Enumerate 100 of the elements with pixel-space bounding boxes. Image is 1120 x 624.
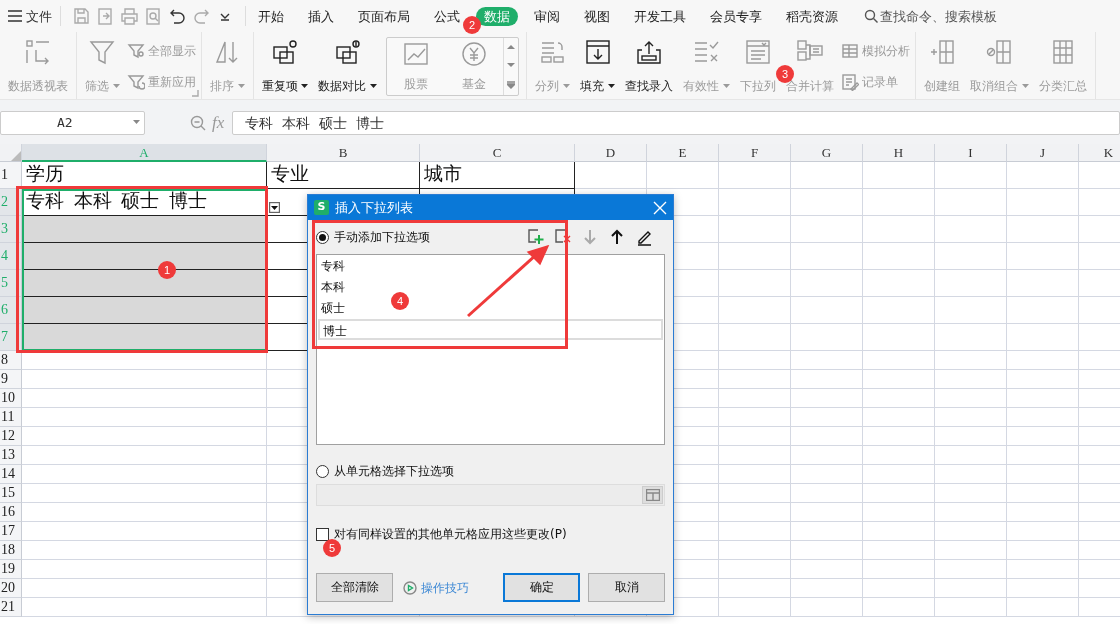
row-header[interactable]: 18 [0,541,22,560]
row-header[interactable]: 19 [0,560,22,579]
list-item[interactable]: 硕士 [318,298,348,319]
preview-icon[interactable] [144,7,162,25]
launcher-icon[interactable] [191,90,199,97]
table-cell [791,541,863,560]
row-header[interactable]: 16 [0,503,22,522]
table-cell [863,351,935,370]
overlapping-squares-icon [271,38,300,66]
radio-label[interactable]: 从单元格选择下拉选项 [334,462,454,480]
delete-icon[interactable] [554,228,572,246]
list-item[interactable]: 博士 [318,319,663,340]
column-header[interactable]: B [267,144,420,162]
range-picker-button[interactable] [642,486,663,504]
save-icon[interactable] [72,7,90,25]
search-box[interactable]: 查找命令、搜索模板 [864,8,997,24]
ribbon-tab[interactable]: 开发工具 [630,6,690,26]
table-cell [863,503,935,522]
table-cell [719,216,791,243]
table-cell [935,351,1007,370]
export-icon[interactable] [96,7,114,25]
column-header[interactable]: F [719,144,791,162]
row-header[interactable]: 13 [0,446,22,465]
column-header[interactable]: E [647,144,719,162]
dialog-button[interactable]: 取消 [588,573,665,602]
table-cell [935,541,1007,560]
column-header[interactable]: J [1007,144,1079,162]
list-item[interactable]: 本科 [318,277,348,298]
ribbon-button[interactable]: 查找录入 [621,36,676,97]
row-header[interactable]: 15 [0,484,22,503]
ribbon-button[interactable]: 重复项 [258,36,312,97]
ribbon-tab[interactable]: 会员专享 [706,6,766,26]
table-cell [719,579,791,598]
row-header[interactable]: 14 [0,465,22,484]
ribbon-tab[interactable]: 稻壳资源 [782,6,842,26]
table-cell [1007,560,1079,579]
ribbon-button[interactable]: 数据对比 [315,36,381,97]
table-cell [863,446,935,465]
table-cell [935,324,1007,351]
row-header[interactable]: 12 [0,427,22,446]
table-cell [863,297,935,324]
dialog-button[interactable]: 全部清除 [316,573,393,602]
table-cell: 学历 [22,162,267,189]
column-header[interactable]: D [575,144,647,162]
table-cell [935,503,1007,522]
redo-icon[interactable] [192,7,210,25]
table-cell [719,503,791,522]
row-header[interactable]: 17 [0,522,22,541]
table-cell [935,189,1007,216]
table-cell [935,243,1007,270]
file-menu[interactable]: 文件 [26,8,52,24]
row-header[interactable]: 10 [0,389,22,408]
table-cell [863,598,935,617]
column-header[interactable]: C [420,144,575,162]
ribbon-tab[interactable]: 开始 [254,6,288,26]
row-header[interactable]: 8 [0,351,22,370]
table-cell [863,243,935,270]
table-cell [791,370,863,389]
ribbon-tab[interactable]: 插入 [304,6,338,26]
list-item[interactable]: 专科 [318,256,348,277]
row-header[interactable]: 11 [0,408,22,427]
ribbon-button[interactable]: 填充 [577,36,618,97]
radio-label[interactable]: 手动添加下拉选项 [334,228,430,246]
column-header[interactable]: I [935,144,1007,162]
ribbon-tab[interactable]: 视图 [580,6,614,26]
close-icon[interactable] [653,200,667,215]
dropdown-button[interactable] [269,202,280,213]
column-header[interactable]: K [1079,144,1120,162]
ribbon-tab[interactable]: 公式 [430,6,464,26]
scroll-up-icon[interactable] [507,44,516,51]
range-field[interactable] [316,484,665,506]
zoom-icon[interactable] [190,114,206,131]
name-box[interactable]: A2 [0,110,145,135]
row-header[interactable]: 9 [0,370,22,389]
table-cell [1007,484,1079,503]
ribbon-tab[interactable]: 页面布局 [354,6,414,26]
print-icon[interactable] [120,7,138,25]
add-icon[interactable] [527,228,545,246]
ribbon-tab[interactable]: 审阅 [530,6,564,26]
undo-icon[interactable] [168,7,186,25]
row-header[interactable]: 20 [0,579,22,598]
table-cell [719,465,791,484]
checkbox[interactable] [316,527,329,541]
play-icon[interactable] [403,580,417,595]
table-cell [719,189,791,216]
row-header[interactable]: 21 [0,598,22,617]
dialog-button[interactable]: 确定 [503,573,580,602]
table-cell [791,560,863,579]
column-header[interactable]: H [863,144,935,162]
table-cell [935,522,1007,541]
row-header[interactable]: 1 [0,162,22,189]
formula-field[interactable]: 专科 本科 硕士 博士 [232,110,1120,135]
menu-icon[interactable] [8,10,22,22]
table-cell [719,541,791,560]
scroll-down-icon[interactable] [507,62,516,69]
expand-icon[interactable] [507,80,516,89]
column-header[interactable]: G [791,144,863,162]
radio-button[interactable] [316,230,329,244]
funnel-icon [88,38,117,66]
radio-button[interactable] [316,464,329,478]
